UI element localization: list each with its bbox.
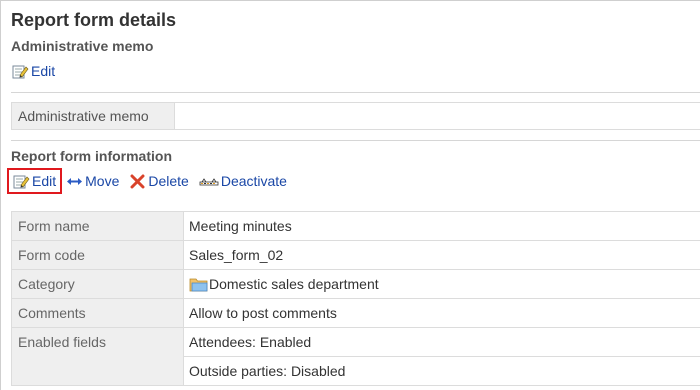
edit-highlight-box: Edit <box>7 168 63 194</box>
report-delete-link[interactable]: Delete <box>129 173 189 189</box>
comments-value: Allow to post comments <box>183 298 700 328</box>
report-delete-label: Delete <box>148 173 189 189</box>
admin-memo-value <box>175 103 700 129</box>
admin-memo-section-title: Administrative memo <box>11 38 154 54</box>
category-value-wrap: Domestic sales department <box>189 276 379 292</box>
admin-memo-table: Administrative memo <box>11 102 700 130</box>
comments-label: Comments <box>11 298 184 328</box>
enabled-field-outside-parties: Outside parties: Disabled <box>183 356 700 386</box>
folder-icon <box>189 276 208 292</box>
form-code-value: Sales_form_02 <box>183 240 700 270</box>
table-row: Form code Sales_form_02 <box>11 240 700 270</box>
report-move-link[interactable]: Move <box>66 173 119 189</box>
category-value: Domestic sales department <box>209 276 379 292</box>
deactivate-icon <box>199 174 219 189</box>
page-title: Report form details <box>11 10 177 30</box>
admin-memo-edit-link[interactable]: Edit <box>12 63 55 79</box>
table-row: Category Domestic sales department <box>11 269 700 299</box>
category-label: Category <box>11 269 184 299</box>
report-info-section-title: Report form information <box>11 148 172 164</box>
admin-memo-edit-label: Edit <box>31 63 56 79</box>
table-row: Form name Meeting minutes <box>11 211 700 241</box>
report-move-label: Move <box>85 173 120 189</box>
report-edit-label: Edit <box>32 173 57 189</box>
category-cell: Domestic sales department <box>183 269 700 299</box>
divider <box>11 140 700 141</box>
table-row: Enabled fields Attendees: Enabled <box>11 327 700 386</box>
report-deactivate-link[interactable]: Deactivate <box>199 173 287 189</box>
form-name-label: Form name <box>11 211 184 241</box>
enabled-field-attendees: Attendees: Enabled <box>183 327 700 357</box>
divider <box>11 92 700 93</box>
report-info-table: Form name Meeting minutes Form code Sale… <box>11 211 700 386</box>
report-edit-link[interactable]: Edit <box>13 173 56 189</box>
table-row: Comments Allow to post comments <box>11 298 700 328</box>
edit-icon <box>12 64 29 79</box>
report-actions-toolbar: Edit Move Delete Deactivate <box>7 168 297 194</box>
edit-icon <box>13 174 30 189</box>
enabled-fields-label: Enabled fields <box>11 327 184 386</box>
move-arrows-icon <box>66 174 83 189</box>
form-code-label: Form code <box>11 240 184 270</box>
form-name-value: Meeting minutes <box>183 211 700 241</box>
report-deactivate-label: Deactivate <box>220 173 287 189</box>
delete-x-icon <box>129 174 146 189</box>
admin-memo-label: Administrative memo <box>12 103 175 129</box>
